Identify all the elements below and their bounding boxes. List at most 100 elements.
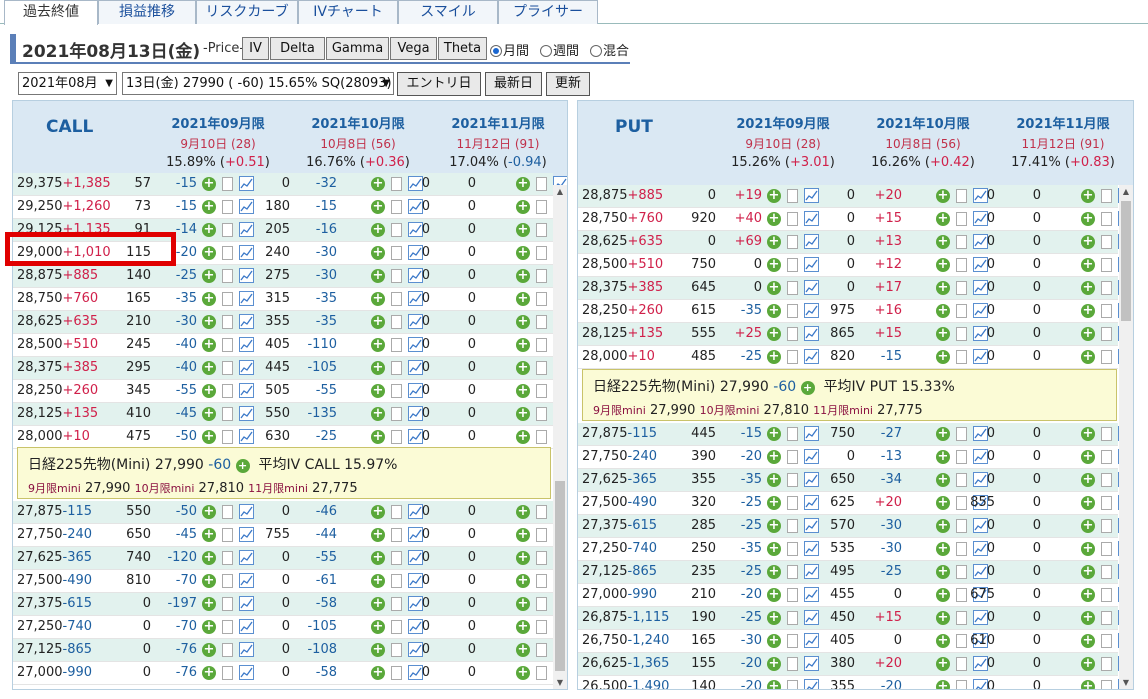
document-icon[interactable]	[222, 384, 233, 398]
document-icon[interactable]	[391, 620, 402, 634]
document-icon[interactable]	[956, 519, 967, 533]
chart-icon[interactable]	[239, 291, 254, 306]
document-icon[interactable]	[222, 315, 233, 329]
day-select[interactable]: 13日(金) 27990 ( -60) 15.65% SQ(28093) ▼	[122, 72, 394, 95]
add-icon[interactable]: +	[235, 459, 250, 473]
chart-icon[interactable]	[804, 188, 819, 203]
document-icon[interactable]	[956, 473, 967, 487]
delta-button[interactable]: Delta	[270, 37, 325, 60]
document-icon[interactable]	[536, 223, 547, 237]
document-icon[interactable]	[391, 338, 402, 352]
document-icon[interactable]	[956, 657, 967, 671]
document-icon[interactable]	[1101, 473, 1112, 487]
month-select[interactable]: 2021年08月 ▼	[18, 72, 117, 95]
add-icon[interactable]: +	[936, 281, 950, 295]
add-icon[interactable]: +	[936, 657, 950, 671]
document-icon[interactable]	[956, 542, 967, 556]
add-icon[interactable]: +	[1081, 212, 1095, 226]
add-icon[interactable]: +	[202, 338, 216, 352]
document-icon[interactable]	[536, 315, 547, 329]
document-icon[interactable]	[536, 528, 547, 542]
add-icon[interactable]: +	[1081, 588, 1095, 602]
chart-icon[interactable]	[239, 314, 254, 329]
document-icon[interactable]	[787, 542, 798, 556]
add-icon[interactable]: +	[202, 246, 216, 260]
document-icon[interactable]	[787, 427, 798, 441]
chart-icon[interactable]	[804, 518, 819, 533]
add-icon[interactable]: +	[516, 361, 530, 375]
document-icon[interactable]	[222, 361, 233, 375]
document-icon[interactable]	[1101, 611, 1112, 625]
add-icon[interactable]: +	[516, 643, 530, 657]
document-icon[interactable]	[391, 315, 402, 329]
add-icon[interactable]: +	[371, 315, 385, 329]
add-icon[interactable]: +	[1081, 680, 1095, 689]
call-scrollbar[interactable]: ▲ ▼	[553, 185, 567, 689]
scroll-up-icon[interactable]: ▲	[553, 187, 567, 196]
add-icon[interactable]: +	[202, 597, 216, 611]
chart-icon[interactable]	[804, 633, 819, 648]
add-icon[interactable]: +	[202, 551, 216, 565]
add-icon[interactable]: +	[516, 597, 530, 611]
document-icon[interactable]	[536, 620, 547, 634]
chart-icon[interactable]	[804, 495, 819, 510]
add-icon[interactable]: +	[767, 235, 781, 249]
add-icon[interactable]: +	[936, 473, 950, 487]
add-icon[interactable]: +	[936, 519, 950, 533]
add-icon[interactable]: +	[516, 384, 530, 398]
document-icon[interactable]	[956, 565, 967, 579]
document-icon[interactable]	[391, 430, 402, 444]
add-icon[interactable]: +	[936, 189, 950, 203]
chart-icon[interactable]	[239, 504, 254, 519]
document-icon[interactable]	[787, 450, 798, 464]
document-icon[interactable]	[956, 634, 967, 648]
add-icon[interactable]: +	[767, 427, 781, 441]
document-icon[interactable]	[222, 269, 233, 283]
document-icon[interactable]	[1101, 496, 1112, 510]
add-icon[interactable]: +	[767, 519, 781, 533]
document-icon[interactable]	[1101, 258, 1112, 272]
add-icon[interactable]: +	[202, 177, 216, 191]
tab-risk-curve[interactable]: リスクカーブ	[196, 0, 298, 24]
document-icon[interactable]	[956, 588, 967, 602]
scroll-thumb[interactable]	[1121, 201, 1131, 321]
add-icon[interactable]: +	[767, 565, 781, 579]
chart-icon[interactable]	[804, 280, 819, 295]
chart-icon[interactable]	[239, 176, 254, 191]
tab-iv-chart[interactable]: IVチャート	[298, 0, 398, 24]
document-icon[interactable]	[1101, 565, 1112, 579]
add-icon[interactable]: +	[371, 574, 385, 588]
document-icon[interactable]	[391, 223, 402, 237]
document-icon[interactable]	[1101, 588, 1112, 602]
chart-icon[interactable]	[239, 573, 254, 588]
add-icon[interactable]: +	[202, 223, 216, 237]
add-icon[interactable]: +	[1081, 189, 1095, 203]
add-icon[interactable]: +	[936, 634, 950, 648]
chart-icon[interactable]	[239, 337, 254, 352]
add-icon[interactable]: +	[516, 292, 530, 306]
chart-icon[interactable]	[804, 610, 819, 625]
theta-button[interactable]: Theta	[438, 37, 487, 60]
chart-icon[interactable]	[239, 527, 254, 542]
document-icon[interactable]	[1101, 680, 1112, 689]
document-icon[interactable]	[787, 611, 798, 625]
document-icon[interactable]	[956, 427, 967, 441]
chart-icon[interactable]	[239, 222, 254, 237]
add-icon[interactable]: +	[767, 189, 781, 203]
document-icon[interactable]	[1101, 212, 1112, 226]
add-icon[interactable]: +	[516, 200, 530, 214]
add-icon[interactable]: +	[1081, 611, 1095, 625]
document-icon[interactable]	[536, 551, 547, 565]
document-icon[interactable]	[222, 338, 233, 352]
scroll-up-icon[interactable]: ▲	[1119, 187, 1133, 196]
chart-icon[interactable]	[804, 234, 819, 249]
document-icon[interactable]	[222, 551, 233, 565]
add-icon[interactable]: +	[936, 588, 950, 602]
document-icon[interactable]	[787, 496, 798, 510]
chart-icon[interactable]	[804, 349, 819, 364]
chart-icon[interactable]	[804, 679, 819, 689]
add-icon[interactable]: +	[516, 620, 530, 634]
add-icon[interactable]: +	[936, 565, 950, 579]
chart-icon[interactable]	[804, 449, 819, 464]
chart-icon[interactable]	[239, 665, 254, 680]
